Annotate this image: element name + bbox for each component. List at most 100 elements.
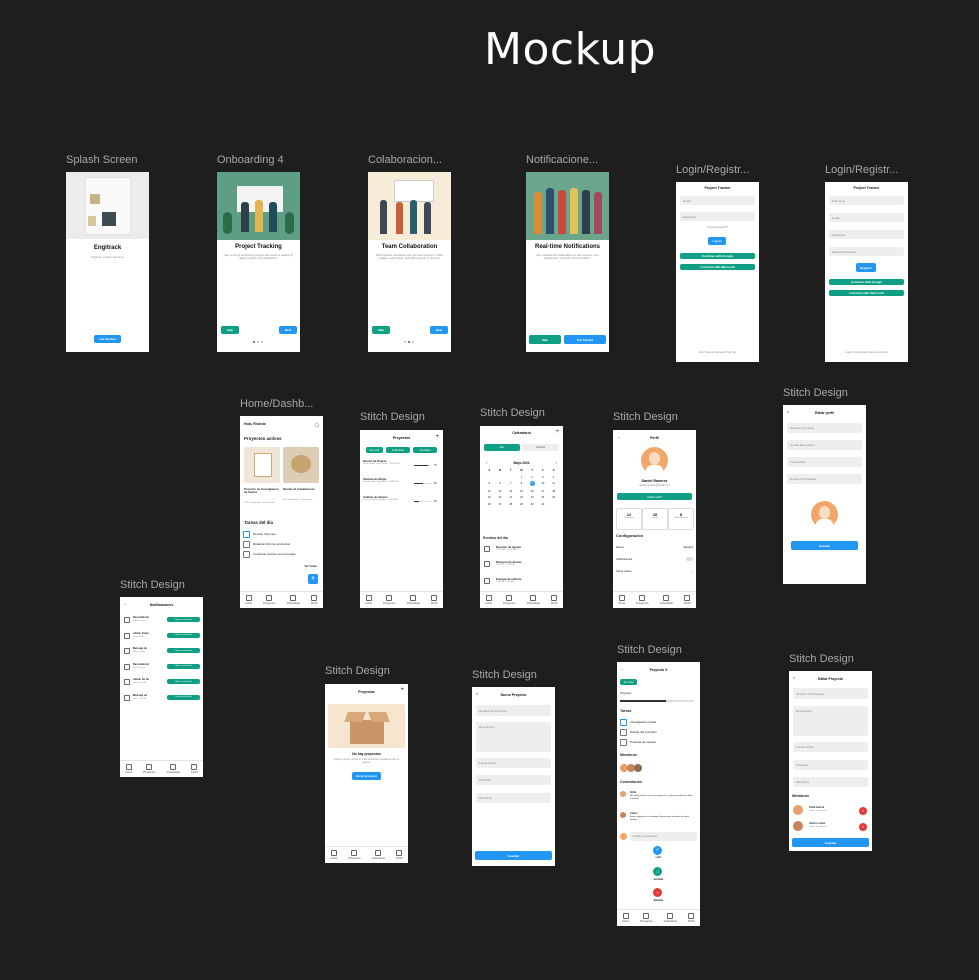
- get-started-button[interactable]: Get Started: [564, 335, 606, 344]
- calendar-day[interactable]: 2: [527, 476, 538, 479]
- calendar-day[interactable]: 8: [516, 482, 527, 486]
- calendar-day[interactable]: 20: [495, 496, 506, 499]
- language-select[interactable]: Español: [684, 546, 693, 549]
- member-avatar[interactable]: [634, 764, 642, 772]
- frame-new-project[interactable]: × Nuevo Proyecto Nombre del Proyecto Des…: [472, 687, 555, 866]
- nav-profile[interactable]: Perfil: [191, 764, 198, 774]
- email-field[interactable]: Email: [829, 213, 904, 222]
- frame-edit-profile[interactable]: × Editar perfil Nombre Completo Correo E…: [783, 405, 866, 584]
- calendar-day[interactable]: 29: [516, 503, 527, 506]
- nav-calendar[interactable]: Calendario: [287, 595, 300, 605]
- frame-home[interactable]: Hola, Ricardo ◯ Proyectos activos Proyec…: [240, 416, 323, 608]
- calendar-day[interactable]: 28: [505, 503, 516, 506]
- notifications-toggle[interactable]: [686, 557, 693, 561]
- nav-calendar[interactable]: Calendario: [660, 595, 673, 605]
- project-name-field[interactable]: Nombre del Proyecto: [793, 688, 868, 699]
- calendar-day[interactable]: 5: [484, 482, 495, 486]
- email-field[interactable]: Email: [680, 196, 755, 205]
- calendar-day[interactable]: 15: [516, 490, 527, 493]
- members-field[interactable]: Miembros: [476, 793, 551, 803]
- nav-projects[interactable]: Proyectos: [383, 595, 396, 605]
- email-field[interactable]: Correo Electrónico: [787, 440, 862, 450]
- deadline-field[interactable]: Fecha Límite: [793, 742, 868, 752]
- fullname-field[interactable]: Full name: [829, 196, 904, 205]
- frame-register[interactable]: Project Tracker Full name Email Password…: [825, 182, 908, 362]
- tab-finalizados[interactable]: Finalizados: [386, 447, 410, 453]
- frame-notifications[interactable]: ← Notificaciones Recordatorio Faltan 2 ho…: [120, 597, 203, 777]
- nav-projects[interactable]: Proyectos: [348, 850, 361, 860]
- task-row[interactable]: Pruebas de usuario: [620, 737, 695, 747]
- deadline-field[interactable]: Fecha Límite: [476, 758, 551, 768]
- save-button[interactable]: Guardar: [475, 851, 552, 860]
- next-button[interactable]: Next: [430, 326, 448, 334]
- nav-projects[interactable]: Proyectos: [640, 913, 653, 923]
- frame-empty-projects[interactable]: Proyectos + No hay proyectos Crea tu pri…: [325, 684, 408, 863]
- nav-projects[interactable]: Proyectos: [263, 595, 276, 605]
- nav-home[interactable]: Inicio: [125, 764, 132, 774]
- frame-onboarding[interactable]: Project Tracking Stay on top of engineer…: [217, 172, 300, 352]
- tab-week[interactable]: Semana: [522, 444, 559, 451]
- repeat-password-field[interactable]: Repetir Contraseña: [787, 474, 862, 484]
- frame-project-detail[interactable]: ← Proyecto X En curso Progreso Tareas In…: [617, 662, 700, 926]
- nav-profile[interactable]: Perfil: [551, 595, 558, 605]
- mark-read-button[interactable]: Marcar como leído: [167, 617, 200, 622]
- priority-select[interactable]: Prioridad: [476, 775, 551, 785]
- members-field[interactable]: Miembros: [793, 777, 868, 787]
- task-row[interactable]: Diseño del prototipo: [620, 727, 695, 737]
- mark-read-button[interactable]: Marcar como leído: [167, 694, 200, 700]
- nav-home[interactable]: Inicio: [245, 595, 252, 605]
- calendar-day[interactable]: 21: [505, 496, 516, 499]
- notification-item[interactable]: Mensaje de Hace 12 horas Marcar como leído: [123, 691, 200, 707]
- frame-profile[interactable]: ← Perfil Daniel Ramírez daniel.ramirez@g…: [613, 430, 696, 608]
- add-task-button[interactable]: +: [308, 574, 318, 584]
- google-button[interactable]: Continue with Google: [680, 253, 755, 259]
- calendar-day[interactable]: 7: [505, 482, 516, 486]
- add-icon[interactable]: +: [400, 687, 404, 693]
- calendar-day[interactable]: 26: [484, 503, 495, 506]
- calendar-day[interactable]: 14: [505, 490, 516, 493]
- comment-input[interactable]: Escribe un comentario...: [630, 832, 697, 841]
- notification-item[interactable]: Recordatorio Faltan 2 horas Marcar como le…: [123, 613, 200, 629]
- skip-button[interactable]: Skip: [529, 335, 561, 344]
- frame-collab[interactable]: Team Collaboration Work together seamles…: [368, 172, 451, 352]
- priority-select[interactable]: Prioridad: [793, 760, 868, 770]
- project-name-field[interactable]: Nombre del Proyecto: [476, 705, 551, 716]
- calendar-day[interactable]: 23: [527, 496, 538, 499]
- tab-pausados[interactable]: Pausados: [413, 447, 437, 453]
- frame-login[interactable]: Project Tracker Email Password Forgot pa…: [676, 182, 759, 362]
- nav-home[interactable]: Inicio: [622, 913, 629, 923]
- forgot-password-link[interactable]: Forgot password?: [676, 226, 759, 229]
- nav-home[interactable]: Inicio: [485, 595, 492, 605]
- register-button[interactable]: Register: [856, 263, 876, 272]
- nav-calendar[interactable]: Calendario: [527, 595, 540, 605]
- frame-notif[interactable]: Real-time Notifications Stay updated wit…: [526, 172, 609, 352]
- create-project-button[interactable]: Crear proyecto: [352, 772, 381, 780]
- password-field[interactable]: Contraseña: [787, 457, 862, 467]
- nav-profile[interactable]: Perfil: [688, 913, 695, 923]
- calendar-day[interactable]: 27: [495, 503, 506, 506]
- calendar-day[interactable]: 6: [495, 482, 506, 486]
- notification-item[interactable]: Recordatorio Hace 8 horas Marcar como leíd…: [123, 660, 200, 676]
- calendar-day[interactable]: 18: [548, 490, 559, 493]
- project-card-image[interactable]: [283, 447, 319, 483]
- tab-month[interactable]: Mes: [484, 444, 520, 451]
- calendar-day[interactable]: 1: [516, 476, 527, 479]
- mark-read-button[interactable]: Marcar como leído: [167, 632, 200, 638]
- calendar-day[interactable]: 30: [527, 503, 538, 506]
- task-row[interactable]: Revisar Informes: [243, 529, 318, 539]
- frame-calendar[interactable]: Calendario + Mes Semana ‹ Mayo 2024 › SM…: [480, 426, 563, 608]
- remove-member-button[interactable]: ×: [859, 823, 867, 831]
- frame-edit-project[interactable]: × Editar Proyecto Nombre del Proyecto De…: [789, 671, 872, 851]
- calendar-day[interactable]: 4: [548, 476, 559, 479]
- login-link[interactable]: Login if you already have an account: [825, 351, 908, 354]
- repeat-password-field[interactable]: Repeat Password: [829, 247, 904, 256]
- see-all-link[interactable]: Ver todas: [304, 564, 317, 568]
- save-button[interactable]: Guardar: [792, 838, 869, 847]
- login-button[interactable]: Log In: [708, 237, 726, 245]
- notification-item[interactable]: Alerta: Se ha Hace 10 horas Marcar como le…: [123, 675, 200, 691]
- calendar-day[interactable]: 24: [538, 496, 549, 499]
- frame-splash[interactable]: Engitrack Organize, monitor, and grow. G…: [66, 172, 149, 352]
- delete-button[interactable]: ×: [653, 888, 662, 897]
- mark-read-button[interactable]: Marcar como leído: [167, 663, 200, 669]
- skip-button[interactable]: Skip: [221, 326, 239, 334]
